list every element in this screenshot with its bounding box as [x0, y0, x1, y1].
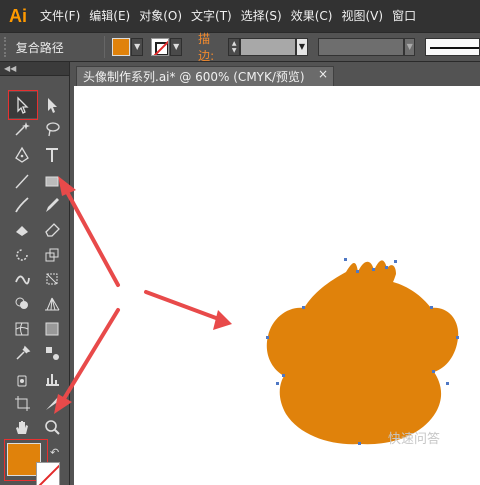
graph-tool-icon[interactable]: [40, 368, 64, 390]
mesh-tool-icon[interactable]: [10, 318, 34, 340]
document-tab-title: 头像制作系列.ai* @ 600% (CMYK/预览): [83, 70, 305, 84]
blend-tool-icon[interactable]: [40, 342, 64, 364]
stroke-color-control[interactable]: ▼: [151, 37, 183, 57]
stroke-swatch[interactable]: [151, 38, 170, 56]
selection-tool-icon[interactable]: [10, 94, 34, 116]
pen-tool-icon[interactable]: [10, 144, 34, 166]
width-tool-icon[interactable]: [10, 268, 34, 290]
lasso-icon[interactable]: [40, 118, 64, 140]
menu-item[interactable]: 编辑(E): [85, 0, 135, 32]
scale-tool-icon[interactable]: [40, 244, 64, 266]
brush-definition-preview[interactable]: [425, 38, 480, 56]
swap-fill-stroke-icon[interactable]: ↶: [50, 446, 59, 459]
shape-builder-icon[interactable]: [10, 292, 34, 314]
gradient-tool-icon[interactable]: [40, 318, 64, 340]
chevron-up-icon[interactable]: ▲: [232, 40, 237, 47]
chevron-down-icon[interactable]: ▼: [131, 38, 144, 56]
menu-item[interactable]: 效果(C): [287, 0, 338, 32]
fill-color-control[interactable]: ▼: [112, 37, 144, 57]
zoom-tool-icon[interactable]: [40, 416, 64, 438]
pencil-tool-icon[interactable]: [40, 194, 64, 216]
tools-panel-header[interactable]: ◀◀: [0, 62, 69, 76]
symbol-sprayer-icon[interactable]: [10, 368, 34, 390]
selection-type-label: 复合路径: [15, 40, 64, 55]
control-bar: 复合路径 ▼ ▼ 描边: ▲ ▼ ▼ ▼: [0, 30, 480, 64]
rectangle-tool-icon[interactable]: [40, 170, 64, 192]
artboard-tool-icon[interactable]: [10, 392, 34, 414]
rotate-tool-icon[interactable]: [10, 244, 34, 266]
variable-width-field[interactable]: [317, 38, 405, 56]
stroke-weight-stepper[interactable]: ▲ ▼: [228, 38, 240, 56]
perspective-grid-icon[interactable]: [40, 292, 64, 314]
stroke-weight-dropdown[interactable]: ▼: [296, 38, 308, 56]
variable-width-dropdown[interactable]: ▼: [404, 38, 416, 56]
divider: [104, 36, 106, 58]
artboard-canvas[interactable]: [74, 86, 480, 485]
direct-selection-tool-icon[interactable]: [40, 94, 64, 116]
grip-handle[interactable]: [4, 37, 10, 57]
eyedropper-icon[interactable]: [10, 342, 34, 364]
paintbrush-tool-icon[interactable]: [10, 194, 34, 216]
magic-wand-icon[interactable]: [10, 118, 34, 140]
chevron-down-icon[interactable]: ▼: [170, 38, 183, 56]
close-icon[interactable]: ×: [318, 67, 328, 81]
chevron-down-icon[interactable]: ▼: [232, 47, 237, 54]
type-tool-icon[interactable]: [40, 144, 64, 166]
menu-item[interactable]: 文字(T): [187, 0, 237, 32]
menu-item[interactable]: 视图(V): [337, 0, 388, 32]
app-logo: Ai: [9, 5, 27, 26]
document-tab[interactable]: 头像制作系列.ai* @ 600% (CMYK/预览): [76, 66, 334, 86]
hand-tool-icon[interactable]: [10, 416, 34, 438]
menu-item[interactable]: 选择(S): [237, 0, 287, 32]
stroke-weight-label[interactable]: 描边:: [198, 30, 224, 64]
blob-brush-icon[interactable]: [10, 218, 34, 240]
eraser-tool-icon[interactable]: [40, 218, 64, 240]
menu-bar: Ai 文件(F) 编辑(E) 对象(O) 文字(T) 选择(S) 效果(C) 视图(V) 窗口: [0, 0, 480, 32]
free-transform-icon[interactable]: [40, 268, 64, 290]
stroke-weight-field[interactable]: [239, 38, 297, 56]
menu-item[interactable]: 窗口: [388, 0, 421, 32]
fill-swatch[interactable]: [112, 38, 131, 56]
menu-list: 文件(F) 编辑(E) 对象(O) 文字(T) 选择(S) 效果(C) 视图(V) 窗口: [36, 0, 421, 32]
slice-tool-icon[interactable]: [40, 392, 64, 414]
menu-item[interactable]: 对象(O): [135, 0, 187, 32]
menu-item[interactable]: 文件(F): [36, 0, 85, 32]
line-tool-icon[interactable]: [10, 170, 34, 192]
stroke-color-box[interactable]: [36, 462, 60, 485]
